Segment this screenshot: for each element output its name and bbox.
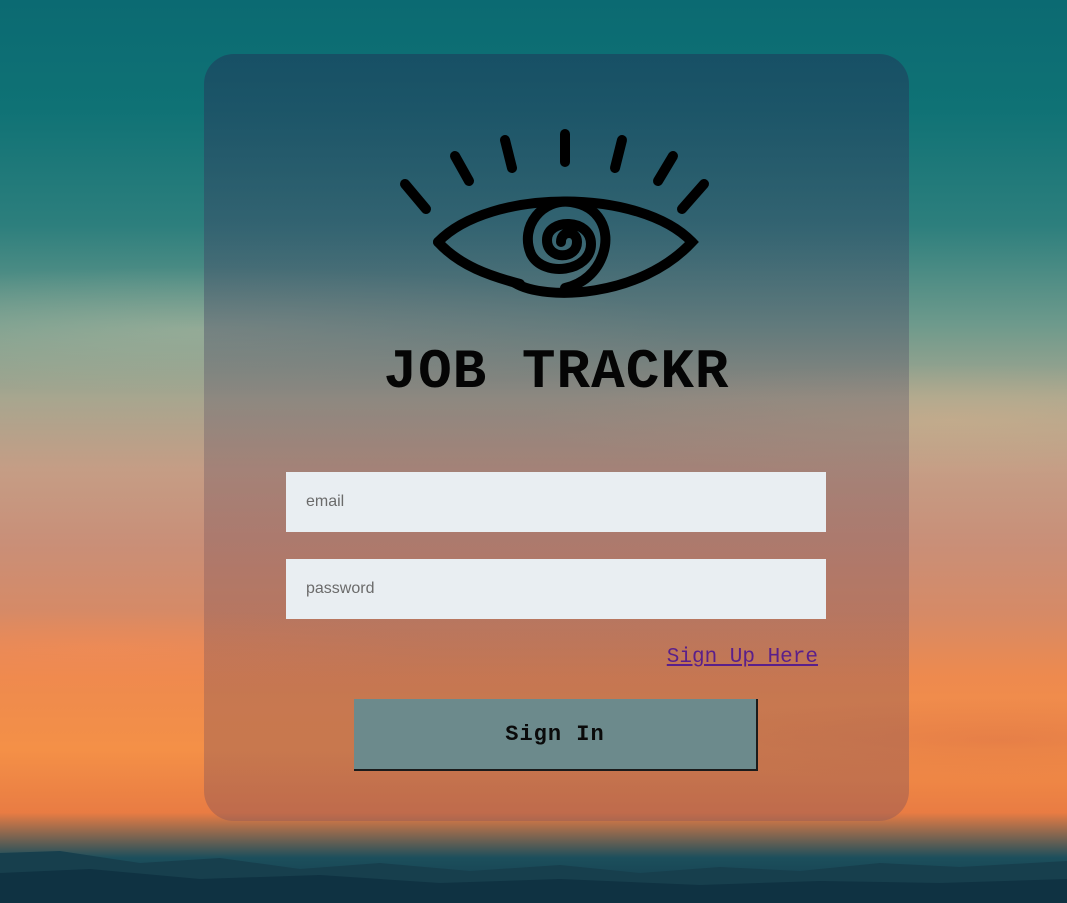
mountains-silhouette [0, 851, 1067, 903]
password-input[interactable] [286, 559, 826, 619]
login-card: JOB TRACKR Sign Up Here Sign In [204, 54, 909, 821]
email-input[interactable] [286, 472, 826, 532]
eye-icon [400, 129, 709, 298]
app-title: JOB TRACKR [383, 340, 730, 404]
sign-up-link[interactable]: Sign Up Here [657, 646, 818, 669]
sign-in-button[interactable]: Sign In [354, 699, 758, 771]
